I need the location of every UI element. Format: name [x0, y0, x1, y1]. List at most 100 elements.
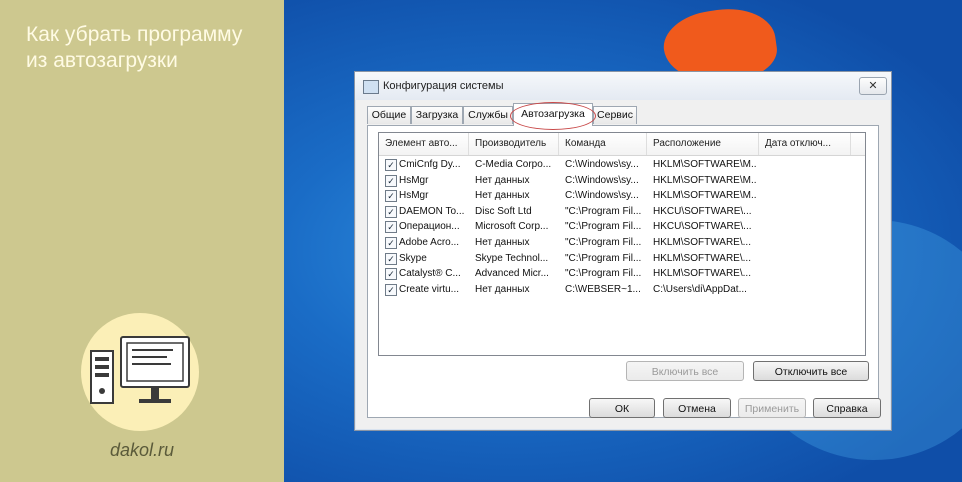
cell-vendor: Microsoft Corp...	[475, 221, 549, 233]
article-panel: Как убрать программу из автозагрузки dak…	[0, 0, 284, 482]
cell-item: HsMgr	[399, 190, 429, 202]
cell-vendor: Skype Technol...	[475, 252, 549, 264]
list-header: Элемент авто... Производитель Команда Ра…	[379, 133, 865, 156]
tab-boot[interactable]: Загрузка	[411, 106, 463, 124]
cell-date	[765, 173, 849, 189]
checkbox[interactable]: ✓	[385, 236, 397, 249]
table-row[interactable]: ✓ Create virtu... Нет данных C:\WEBSER~1…	[379, 282, 865, 298]
table-row[interactable]: ✓ CmiCnfg Dy... C-Media Corpo... C:\Wind…	[379, 157, 865, 173]
table-row[interactable]: ✓ Adobe Acro... Нет данных "C:\Program F…	[379, 235, 865, 251]
checkbox[interactable]: ✓	[385, 283, 397, 296]
cell-vendor: Advanced Micr...	[475, 268, 549, 280]
column-header-vendor[interactable]: Производитель	[469, 133, 559, 155]
close-button[interactable]: ✕	[859, 77, 887, 95]
checkmark-icon: ✓	[387, 284, 395, 295]
column-header-location[interactable]: Расположение	[647, 133, 759, 155]
tab-label: Загрузка	[415, 109, 459, 121]
checkmark-icon: ✓	[387, 222, 395, 233]
cell-location: HKLM\SOFTWARE\...	[653, 236, 751, 248]
cell-item: Create virtu...	[399, 283, 460, 295]
cell-item: Adobe Acro...	[399, 236, 460, 248]
cell-vendor: Нет данных	[475, 283, 530, 295]
column-header-command[interactable]: Команда	[559, 133, 647, 155]
checkbox[interactable]: ✓	[385, 252, 397, 265]
cell-location: HKCU\SOFTWARE\...	[653, 221, 752, 233]
cell-location: C:\Users\di\AppDat...	[653, 283, 747, 295]
column-header-item[interactable]: Элемент авто...	[379, 133, 469, 155]
cell-item: DAEMON To...	[399, 205, 465, 217]
checkmark-icon: ✓	[387, 253, 395, 264]
tab-label: Сервис	[597, 109, 633, 121]
cell-date	[765, 157, 849, 173]
list-rows: ✓ CmiCnfg Dy... C-Media Corpo... C:\Wind…	[379, 157, 865, 297]
cell-vendor: Нет данных	[475, 174, 530, 186]
cell-command: C:\WEBSER~1...	[565, 283, 641, 295]
checkbox[interactable]: ✓	[385, 221, 397, 234]
apply-button[interactable]: Применить	[738, 398, 806, 418]
column-header-disabled-date[interactable]: Дата отключ...	[759, 133, 851, 155]
table-row[interactable]: ✓ HsMgr Нет данных C:\Windows\sy... HKLM…	[379, 173, 865, 189]
cell-command: C:\Windows\sy...	[565, 159, 639, 170]
cell-date	[765, 188, 849, 204]
cell-command: "C:\Program Fil...	[565, 236, 642, 248]
cell-vendor: C-Media Corpo...	[475, 159, 552, 170]
cell-location: HKLM\SOFTWARE\M...	[653, 190, 757, 202]
tab-label: Службы	[468, 109, 508, 121]
close-icon: ✕	[868, 80, 878, 92]
tab-services[interactable]: Службы	[463, 106, 513, 124]
window-title: Конфигурация системы	[383, 80, 504, 92]
cell-location: HKLM\SOFTWARE\M...	[653, 159, 757, 170]
checkbox[interactable]: ✓	[385, 174, 397, 187]
cell-date	[765, 251, 849, 267]
cell-item: CmiCnfg Dy...	[399, 159, 461, 170]
checkmark-icon: ✓	[387, 206, 395, 217]
cell-item: Catalyst® C...	[399, 268, 461, 280]
checkbox[interactable]: ✓	[385, 159, 397, 171]
checkmark-icon: ✓	[387, 175, 395, 186]
checkmark-icon: ✓	[387, 191, 395, 202]
cell-location: HKLM\SOFTWARE\...	[653, 268, 751, 280]
startup-tab-page: Элемент авто... Производитель Команда Ра…	[367, 125, 879, 418]
checkbox[interactable]: ✓	[385, 205, 397, 218]
cell-date	[765, 219, 849, 235]
cell-vendor: Нет данных	[475, 190, 530, 202]
cell-date	[765, 204, 849, 220]
cell-command: C:\Windows\sy...	[565, 190, 639, 202]
tab-startup[interactable]: Автозагрузка	[510, 102, 596, 130]
desktop-computer-icon	[90, 336, 190, 404]
checkmark-icon: ✓	[387, 237, 395, 248]
system-configuration-window: Конфигурация системы ✕ Общие Загрузка Сл…	[354, 71, 892, 431]
checkbox[interactable]: ✓	[385, 268, 397, 281]
cell-date	[765, 235, 849, 251]
title-bar[interactable]: Конфигурация системы ✕	[355, 72, 891, 100]
tab-label: Автозагрузка	[521, 108, 585, 120]
cell-command: "C:\Program Fil...	[565, 252, 642, 264]
cell-date	[765, 282, 849, 298]
startup-list[interactable]: Элемент авто... Производитель Команда Ра…	[378, 132, 866, 356]
checkbox[interactable]: ✓	[385, 190, 397, 203]
cell-vendor: Нет данных	[475, 236, 530, 248]
cancel-button[interactable]: Отмена	[663, 398, 731, 418]
cell-vendor: Disc Soft Ltd	[475, 205, 532, 217]
cell-location: HKLM\SOFTWARE\M...	[653, 174, 757, 186]
cell-command: "C:\Program Fil...	[565, 268, 642, 280]
cell-item: Операцион...	[399, 221, 460, 233]
disable-all-button[interactable]: Отключить все	[753, 361, 869, 381]
cell-command: "C:\Program Fil...	[565, 221, 642, 233]
table-row[interactable]: ✓ Skype Skype Technol... "C:\Program Fil…	[379, 251, 865, 267]
table-row[interactable]: ✓ Catalyst® C... Advanced Micr... "C:\Pr…	[379, 266, 865, 282]
checkmark-icon: ✓	[387, 160, 395, 170]
tab-general[interactable]: Общие	[367, 106, 411, 124]
ok-button[interactable]: ОК	[589, 398, 655, 418]
tab-tools[interactable]: Сервис	[593, 106, 637, 124]
help-button[interactable]: Справка	[813, 398, 881, 418]
logo-badge	[81, 313, 199, 431]
table-row[interactable]: ✓ Операцион... Microsoft Corp... "C:\Pro…	[379, 219, 865, 235]
msconfig-icon	[363, 80, 379, 94]
enable-all-button[interactable]: Включить все	[626, 361, 744, 381]
table-row[interactable]: ✓ DAEMON To... Disc Soft Ltd "C:\Program…	[379, 204, 865, 220]
table-row[interactable]: ✓ HsMgr Нет данных C:\Windows\sy... HKLM…	[379, 188, 865, 204]
site-name: dakol.ru	[109, 440, 175, 460]
cell-command: "C:\Program Fil...	[565, 205, 642, 217]
tab-label: Общие	[371, 109, 407, 121]
